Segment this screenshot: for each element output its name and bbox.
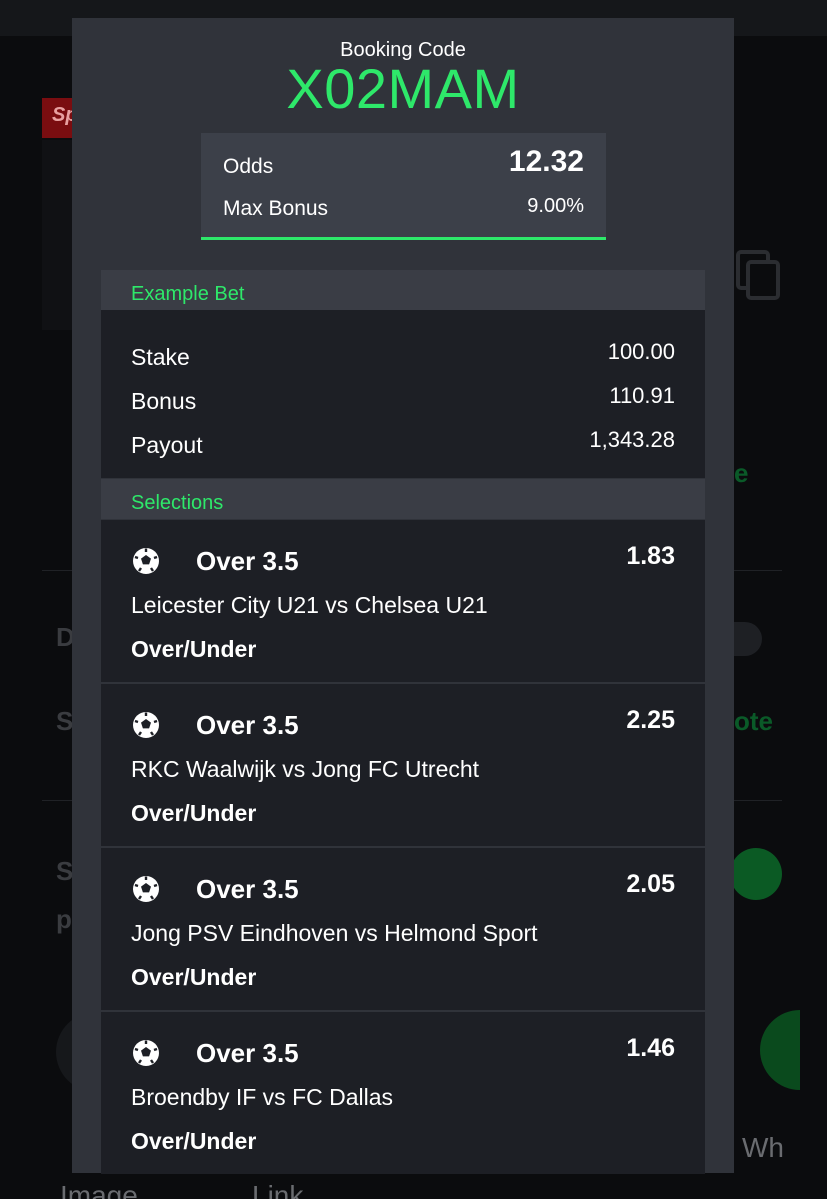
selection-market: Over/Under bbox=[131, 800, 257, 826]
selection-pick: Over 3.5 bbox=[196, 710, 299, 740]
selection-item[interactable]: Over 3.5 2.25 RKC Waalwijk vs Jong FC Ut… bbox=[101, 684, 705, 846]
background-row-label: p bbox=[56, 904, 72, 934]
example-row-bonus: Bonus 110.91 bbox=[101, 383, 705, 432]
selection-market: Over/Under bbox=[131, 636, 257, 662]
selection-odds: 2.25 bbox=[626, 706, 675, 734]
selection-match: Jong PSV Eindhoven vs Helmond Sport bbox=[131, 920, 538, 946]
selection-match: RKC Waalwijk vs Jong FC Utrecht bbox=[131, 756, 480, 782]
odds-label: Odds bbox=[223, 155, 274, 178]
soccer-ball-icon bbox=[133, 1040, 159, 1066]
selection-item[interactable]: Over 3.5 1.46 Broendby IF vs FC Dallas O… bbox=[101, 1012, 705, 1174]
odds-summary: Odds 12.32 Max Bonus 9.00% bbox=[201, 133, 606, 240]
selection-match: Broendby IF vs FC Dallas bbox=[131, 1084, 394, 1110]
selection-match: Leicester City U21 vs Chelsea U21 bbox=[131, 592, 488, 618]
background-panel bbox=[42, 140, 72, 330]
selection-odds: 1.83 bbox=[626, 542, 675, 570]
selection-item[interactable]: Over 3.5 1.83 Leicester City U21 vs Chel… bbox=[101, 520, 705, 682]
odds-value: 12.32 bbox=[508, 145, 584, 178]
selection-item[interactable]: Over 3.5 2.05 Jong PSV Eindhoven vs Helm… bbox=[101, 848, 705, 1010]
background-sport-tag: Sp bbox=[42, 98, 74, 138]
soccer-ball-icon bbox=[133, 876, 159, 902]
example-row-payout: Payout 1,343.28 bbox=[101, 427, 705, 476]
example-bet-header: Example Bet bbox=[101, 270, 705, 310]
selection-market: Over/Under bbox=[131, 964, 257, 990]
selection-odds: 2.05 bbox=[626, 870, 675, 898]
example-row-stake: Stake 100.00 bbox=[101, 339, 705, 388]
example-row-label: Bonus bbox=[131, 388, 197, 414]
background-green-button bbox=[730, 848, 782, 900]
background-green-text: ote bbox=[734, 706, 773, 736]
booking-code-modal: Booking Code X02MAM Odds 12.32 Max Bonus… bbox=[72, 18, 734, 1174]
max-bonus-label: Max Bonus bbox=[223, 197, 329, 220]
selection-pick: Over 3.5 bbox=[196, 874, 299, 904]
example-row-label: Stake bbox=[131, 344, 190, 370]
example-row-value: 1,343.28 bbox=[589, 427, 675, 452]
selections-header: Selections bbox=[101, 479, 705, 519]
example-row-value: 100.00 bbox=[607, 339, 675, 364]
soccer-ball-icon bbox=[133, 548, 159, 574]
selection-pick: Over 3.5 bbox=[196, 546, 299, 576]
whatsapp-icon bbox=[760, 1010, 800, 1090]
example-row-value: 110.91 bbox=[609, 383, 675, 408]
background-row-label: S bbox=[56, 706, 74, 736]
background-label-link: Link bbox=[252, 1180, 304, 1199]
background-row-label: S bbox=[56, 856, 74, 886]
example-row-label: Payout bbox=[131, 432, 203, 458]
soccer-ball-icon bbox=[133, 712, 159, 738]
max-bonus-value: 9.00% bbox=[527, 195, 584, 217]
background-green-text: e bbox=[734, 458, 749, 488]
selection-market: Over/Under bbox=[131, 1128, 257, 1154]
booking-code[interactable]: X02MAM bbox=[72, 56, 734, 121]
selection-odds: 1.46 bbox=[626, 1034, 675, 1062]
background-label-whatsapp: Wh bbox=[742, 1132, 784, 1163]
selection-pick: Over 3.5 bbox=[196, 1038, 299, 1068]
copy-icon[interactable] bbox=[736, 250, 782, 302]
example-bet-body: Stake 100.00 Bonus 110.91 Payout 1,343.2… bbox=[101, 310, 705, 478]
background-label-image: Image bbox=[60, 1180, 138, 1199]
